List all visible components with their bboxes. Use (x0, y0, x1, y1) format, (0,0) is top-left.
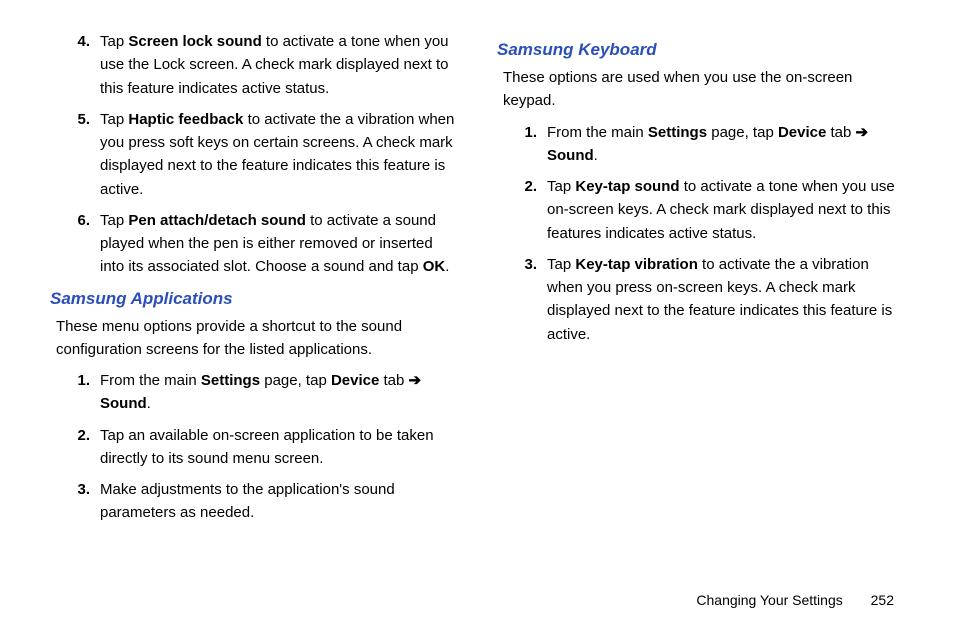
item-body: Tap an available on-screen application t… (100, 424, 457, 471)
bold-term: Key-tap sound (575, 178, 679, 195)
item-body: Tap Key-tap sound to activate a tone whe… (547, 175, 904, 245)
list-item: 5. Tap Haptic feedback to activate the a… (70, 108, 457, 201)
arrow-icon: ➔ (856, 124, 869, 141)
list-item: 3. Make adjustments to the application's… (70, 478, 457, 525)
text: page, tap (260, 372, 331, 389)
page-content: 4. Tap Screen lock sound to activate a t… (0, 0, 954, 533)
bold-term: Sound (100, 395, 147, 412)
list-item: 1. From the main Settings page, tap Devi… (70, 369, 457, 416)
text: . (445, 258, 449, 275)
text: From the main (100, 372, 201, 389)
item-body: Tap Haptic feedback to activate the a vi… (100, 108, 457, 201)
item-body: Tap Key-tap vibration to activate the a … (547, 253, 904, 346)
section-intro: These menu options provide a shortcut to… (56, 315, 457, 362)
section-heading-samsung-applications: Samsung Applications (50, 289, 457, 309)
item-body: From the main Settings page, tap Device … (547, 121, 904, 168)
page-footer: Changing Your Settings 252 (696, 592, 894, 608)
item-body: Tap Pen attach/detach sound to activate … (100, 209, 457, 279)
item-body: From the main Settings page, tap Device … (100, 369, 457, 416)
item-body: Tap Screen lock sound to activate a tone… (100, 30, 457, 100)
item-number: 1. (517, 121, 547, 168)
text: Tap (100, 111, 128, 128)
item-number: 3. (517, 253, 547, 346)
bold-term: Screen lock sound (128, 33, 261, 50)
bold-term: Sound (547, 147, 594, 164)
bold-term: Haptic feedback (128, 111, 243, 128)
list-item: 6. Tap Pen attach/detach sound to activa… (70, 209, 457, 279)
bold-term: Device (778, 124, 826, 141)
section-intro: These options are used when you use the … (503, 66, 904, 113)
text: . (594, 147, 598, 164)
bold-term: OK (423, 258, 446, 275)
text: page, tap (707, 124, 778, 141)
text: From the main (547, 124, 648, 141)
text: Tap (100, 33, 128, 50)
bold-term: Settings (648, 124, 707, 141)
item-number: 3. (70, 478, 100, 525)
text: Tap (547, 178, 575, 195)
list-item: 4. Tap Screen lock sound to activate a t… (70, 30, 457, 100)
bold-term: Key-tap vibration (575, 256, 698, 273)
bold-term: Settings (201, 372, 260, 389)
item-number: 6. (70, 209, 100, 279)
item-number: 4. (70, 30, 100, 100)
list-item: 1. From the main Settings page, tap Devi… (517, 121, 904, 168)
list-c: 1. From the main Settings page, tap Devi… (497, 121, 904, 346)
text: tab (379, 372, 408, 389)
bold-term: Device (331, 372, 379, 389)
bold-term: Pen attach/detach sound (128, 212, 306, 229)
item-body: Make adjustments to the application's so… (100, 478, 457, 525)
list-b: 1. From the main Settings page, tap Devi… (50, 369, 457, 525)
item-number: 2. (70, 424, 100, 471)
list-a: 4. Tap Screen lock sound to activate a t… (50, 30, 457, 279)
section-heading-samsung-keyboard: Samsung Keyboard (497, 40, 904, 60)
footer-label: Changing Your Settings (696, 592, 842, 608)
arrow-icon: ➔ (409, 372, 422, 389)
left-column: 4. Tap Screen lock sound to activate a t… (50, 30, 457, 533)
text: Tap (100, 212, 128, 229)
text: tab (826, 124, 855, 141)
item-number: 1. (70, 369, 100, 416)
list-item: 3. Tap Key-tap vibration to activate the… (517, 253, 904, 346)
text: Tap (547, 256, 575, 273)
text: . (147, 395, 151, 412)
item-number: 2. (517, 175, 547, 245)
list-item: 2. Tap an available on-screen applicatio… (70, 424, 457, 471)
list-item: 2. Tap Key-tap sound to activate a tone … (517, 175, 904, 245)
right-column: Samsung Keyboard These options are used … (497, 30, 904, 533)
page-number: 252 (871, 592, 894, 608)
item-number: 5. (70, 108, 100, 201)
